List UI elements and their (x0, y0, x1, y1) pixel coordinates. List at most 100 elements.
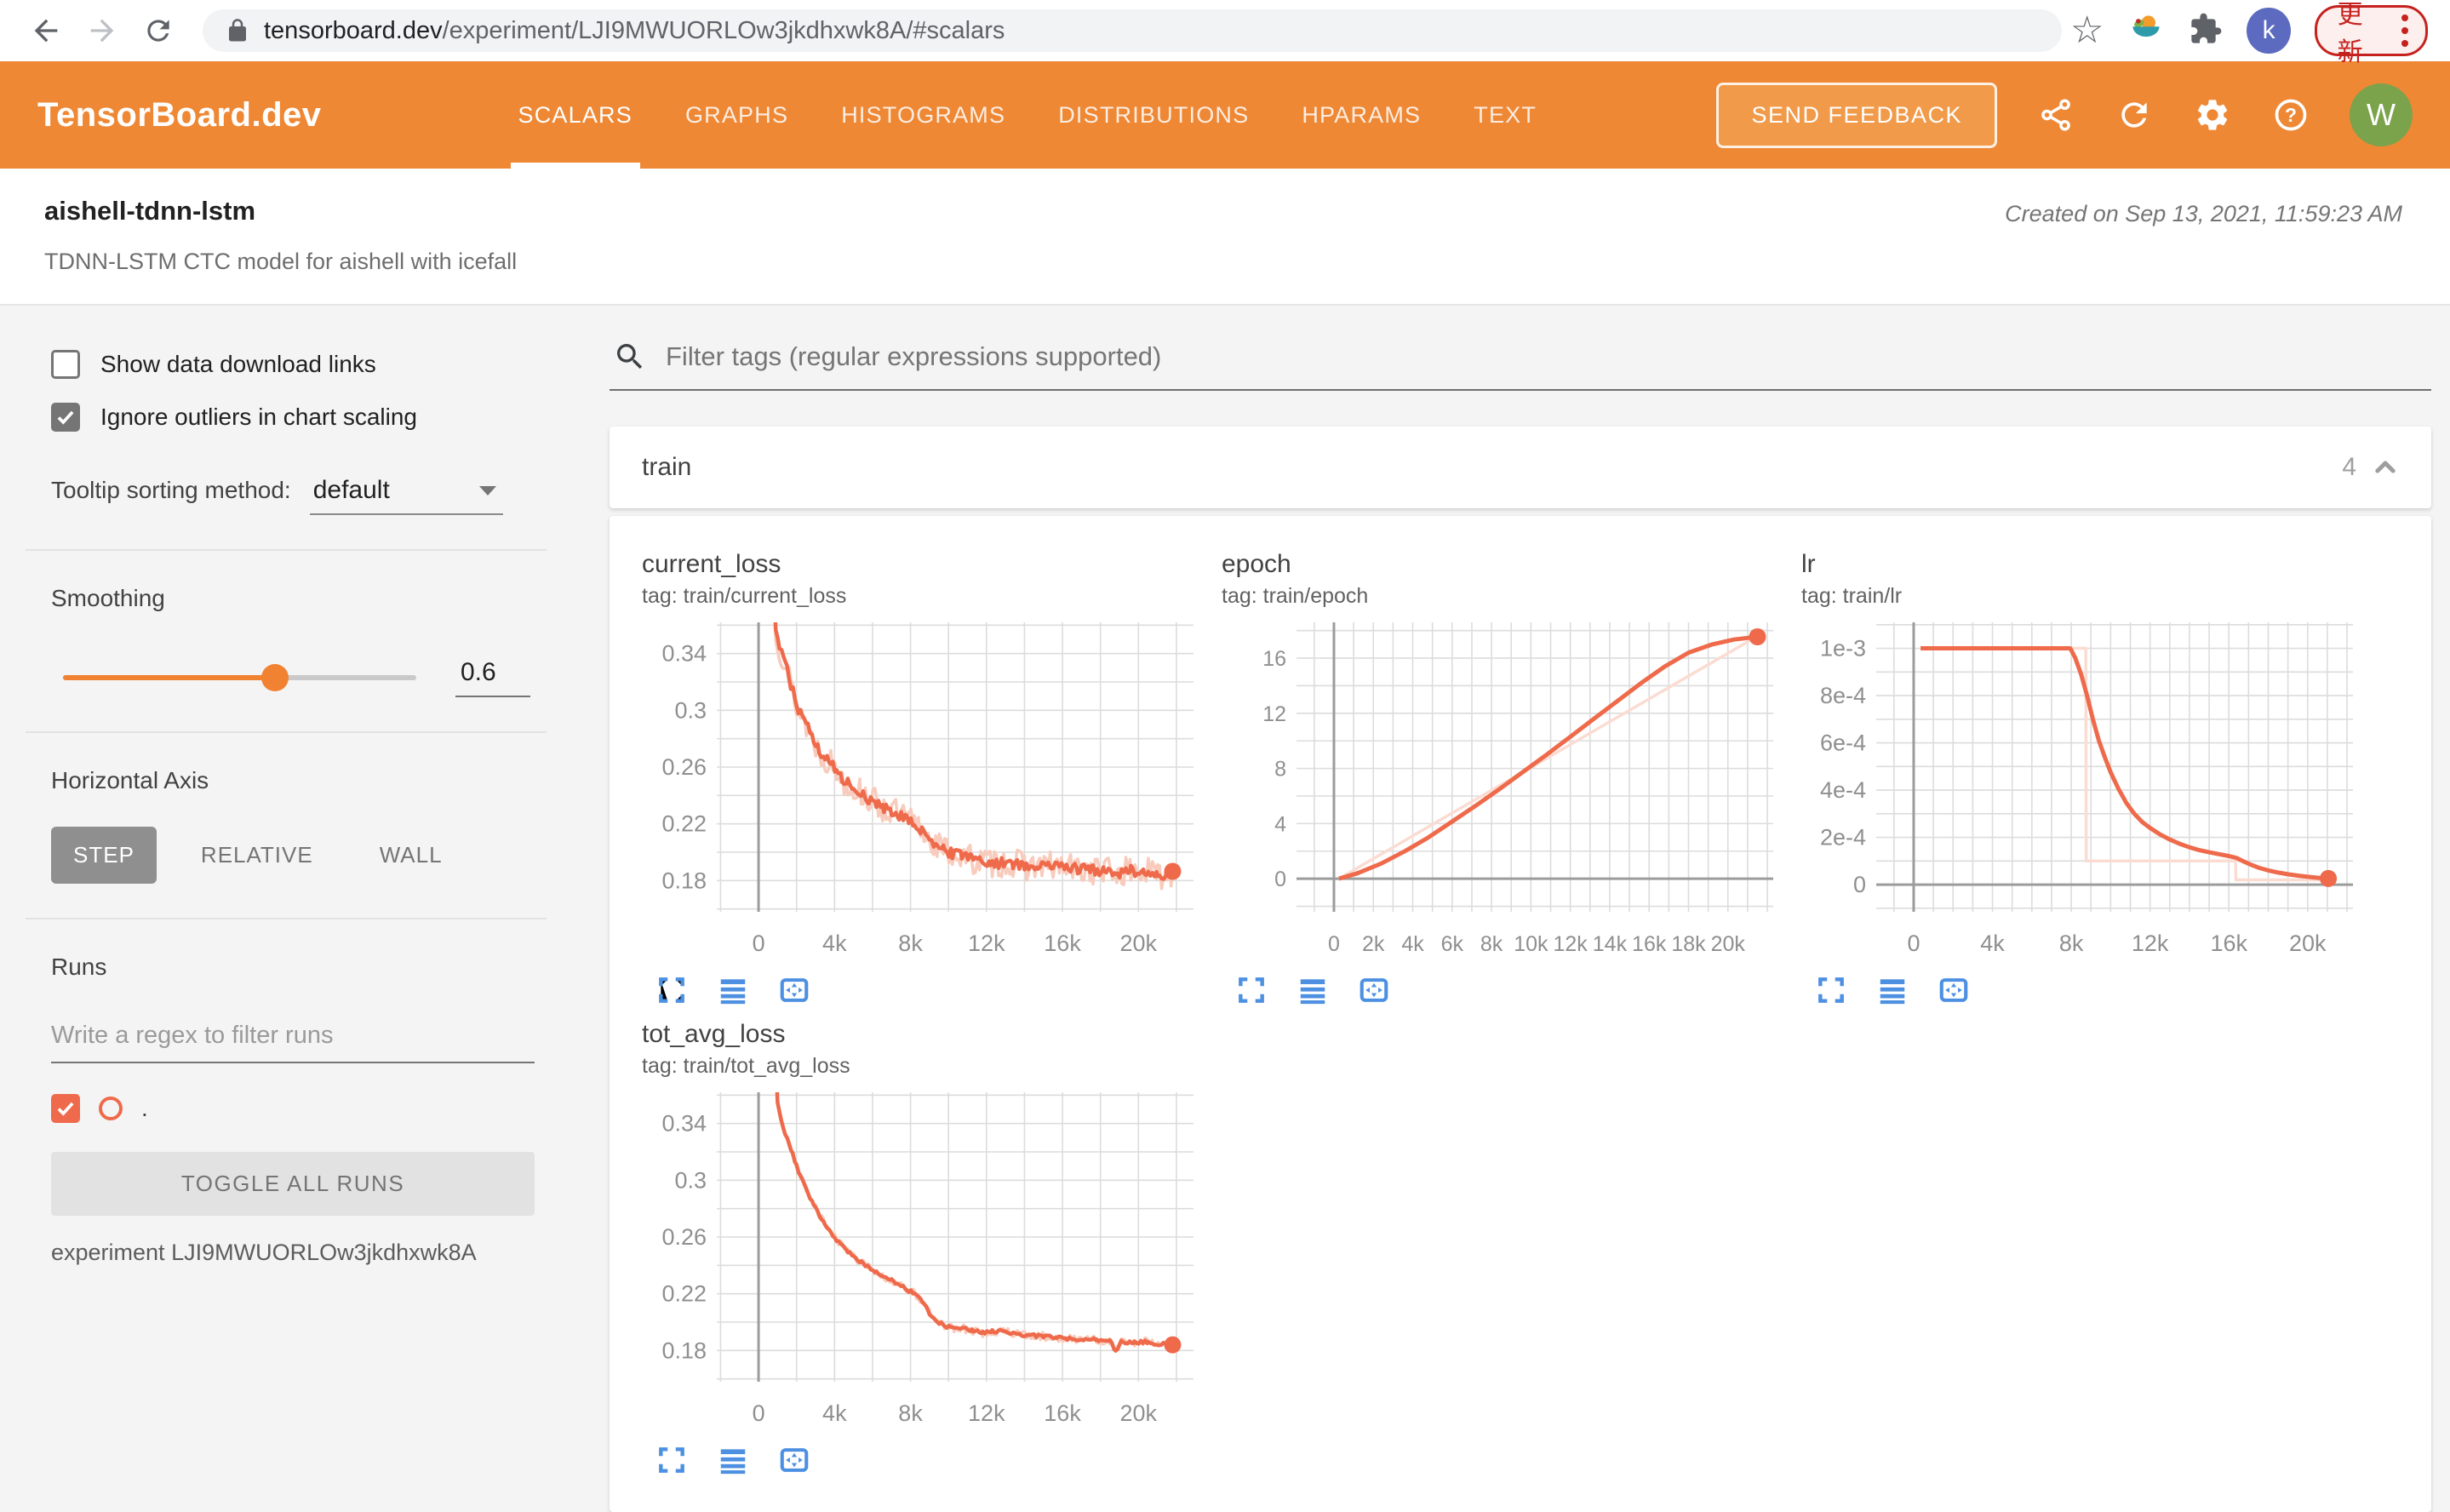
tooltip-sorting-label: Tooltip sorting method: (51, 477, 291, 503)
url-host: tensorboard.dev (264, 16, 443, 44)
browser-menu-icon[interactable] (2401, 14, 2408, 47)
chart-tag: tag: train/lr (1801, 584, 1903, 608)
experiment-id-label: experiment LJI9MWUORLOw3jkdhxwk8A (51, 1240, 477, 1265)
svg-text:12: 12 (1262, 702, 1286, 726)
svg-text:8k: 8k (898, 1400, 923, 1426)
puzzle-icon (2191, 13, 2222, 43)
scalar-chart-plot[interactable]: 0 4k 8k 12k 16k 20k 0 2e-4 4e-4 6e-4 8e-4 1e-3 (1801, 616, 2365, 971)
smoothing-slider[interactable] (63, 664, 416, 691)
log-scale-icon (720, 979, 746, 1005)
browser-back-button[interactable] (22, 7, 70, 54)
svg-text:20k: 20k (2289, 931, 2327, 956)
tab-scalars[interactable]: SCALARS (492, 61, 659, 169)
chart-title: tot_avg_loss (642, 1020, 786, 1048)
show-download-links-checkbox[interactable] (51, 350, 80, 379)
tooltip-sorting-select[interactable]: default (309, 476, 503, 515)
toggle-log-scale-button[interactable] (715, 1442, 751, 1478)
toggle-all-runs-button[interactable]: TOGGLE ALL RUNS (51, 1152, 535, 1216)
scalar-chart-plot[interactable]: 0 2k 4k 6k 8k 10k 12k 14k 16k 18k 20k 0 4 8 12 16 (1222, 616, 1785, 971)
tag-group-name: train (642, 453, 692, 481)
toggle-log-scale-button[interactable] (715, 972, 751, 1008)
help-button[interactable]: ? (2271, 95, 2310, 135)
refresh-data-button[interactable] (2115, 95, 2154, 135)
tag-filter-input[interactable] (664, 341, 2428, 373)
smoothing-value[interactable]: 0.6 (455, 658, 530, 697)
horizontal-axis-label: Horizontal Axis (51, 767, 209, 793)
chevron-down-icon (478, 485, 496, 495)
scalar-chart-plot[interactable]: 0 4k 8k 12k 16k 20k 0.18 0.22 0.26 0.3 0.34 (642, 616, 1205, 971)
run-row[interactable]: . (51, 1094, 535, 1123)
expand-chart-button[interactable] (654, 1442, 690, 1478)
svg-text:16k: 16k (2210, 931, 2247, 956)
browser-toolbar: tensorboard.dev/experiment/LJI9MWUORLOw3… (0, 0, 2450, 66)
tag-group-header[interactable]: train 4 (610, 427, 2431, 508)
experiment-created-date: Created on Sep 13, 2021, 11:59:23 AM (2005, 201, 2402, 226)
show-download-links-row[interactable]: Show data download links (51, 350, 535, 379)
fit-domain-button[interactable] (1936, 972, 1972, 1008)
extension-tbsnippet-icon[interactable] (2127, 10, 2165, 52)
scalars-main: train 4 current_loss tag: train/current_… (572, 306, 2450, 1512)
show-download-links-label: Show data download links (100, 351, 376, 377)
address-bar[interactable]: tensorboard.dev/experiment/LJI9MWUORLOw3… (203, 9, 2063, 52)
settings-button[interactable] (2193, 95, 2232, 135)
browser-update-button[interactable]: 更新 (2314, 1, 2428, 66)
smoothing-slider-thumb[interactable] (261, 664, 289, 691)
tab-hparams[interactable]: HPARAMS (1275, 61, 1447, 169)
fit-domain-button[interactable] (776, 1442, 812, 1478)
tooltip-sorting-value: default (312, 476, 390, 504)
tag-group-count: 4 (2342, 453, 2356, 481)
fit-domain-button[interactable] (1356, 972, 1392, 1008)
help-icon: ? (2275, 99, 2307, 131)
browser-reload-button[interactable] (135, 7, 182, 54)
expand-chart-button[interactable] (1234, 972, 1269, 1008)
axis-wall-button[interactable]: WALL (358, 827, 465, 884)
svg-text:20k: 20k (1120, 1400, 1158, 1426)
svg-text:16k: 16k (1632, 932, 1667, 956)
chevron-up-icon[interactable] (2368, 450, 2402, 484)
svg-text:0.22: 0.22 (661, 811, 707, 837)
browser-profile-avatar[interactable]: k (2247, 8, 2291, 54)
svg-text:0.34: 0.34 (661, 641, 707, 667)
share-button[interactable] (2036, 95, 2075, 135)
app-logo[interactable]: TensorBoard.dev (37, 96, 322, 135)
svg-text:16k: 16k (1044, 1400, 1081, 1426)
svg-text:0: 0 (1853, 872, 1866, 897)
ignore-outliers-row[interactable]: Ignore outliers in chart scaling (51, 403, 535, 432)
svg-text:16: 16 (1262, 647, 1286, 671)
log-scale-icon (720, 1449, 746, 1475)
chart-tag: tag: train/current_loss (642, 584, 847, 608)
runs-filter-input[interactable] (51, 1015, 535, 1063)
experiment-title: aishell-tdnn-lstm (44, 196, 256, 226)
chart-toolbar (1222, 972, 1785, 1008)
search-icon (616, 343, 643, 369)
run-checkbox[interactable] (51, 1094, 80, 1123)
extensions-puzzle-icon[interactable] (2189, 12, 2223, 50)
tab-histograms[interactable]: HISTOGRAMS (815, 61, 1032, 169)
smoothing-slider-fill (63, 675, 275, 680)
tab-distributions[interactable]: DISTRIBUTIONS (1032, 61, 1275, 169)
axis-relative-button[interactable]: RELATIVE (179, 827, 335, 884)
toggle-log-scale-button[interactable] (1875, 972, 1910, 1008)
tab-graphs[interactable]: GRAPHS (659, 61, 815, 169)
expand-chart-button[interactable] (654, 972, 690, 1008)
expand-chart-button[interactable] (1813, 972, 1849, 1008)
bookmark-star-icon[interactable]: ☆ (2070, 12, 2104, 49)
svg-text:12k: 12k (2132, 931, 2169, 956)
update-label: 更新 (2337, 1, 2363, 66)
axis-step-button[interactable]: STEP (51, 827, 157, 884)
tag-filter-row[interactable] (610, 340, 2431, 391)
browser-forward-button[interactable] (78, 7, 126, 54)
ignore-outliers-checkbox[interactable] (51, 403, 80, 432)
bowl-icon (2132, 14, 2161, 37)
fit-domain-button[interactable] (776, 972, 812, 1008)
user-avatar[interactable]: W (2350, 83, 2413, 146)
svg-text:8k: 8k (1480, 932, 1503, 956)
svg-text:4: 4 (1274, 812, 1286, 836)
toggle-log-scale-button[interactable] (1295, 972, 1331, 1008)
scalar-chart-plot[interactable]: 0 4k 8k 12k 16k 20k 0.18 0.22 0.26 0.3 0.34 (642, 1085, 1205, 1440)
share-icon (2041, 99, 2070, 131)
send-feedback-button[interactable]: SEND FEEDBACK (1716, 82, 1997, 148)
check-icon (57, 410, 74, 425)
tab-text[interactable]: TEXT (1447, 61, 1563, 169)
svg-text:12k: 12k (968, 931, 1005, 956)
